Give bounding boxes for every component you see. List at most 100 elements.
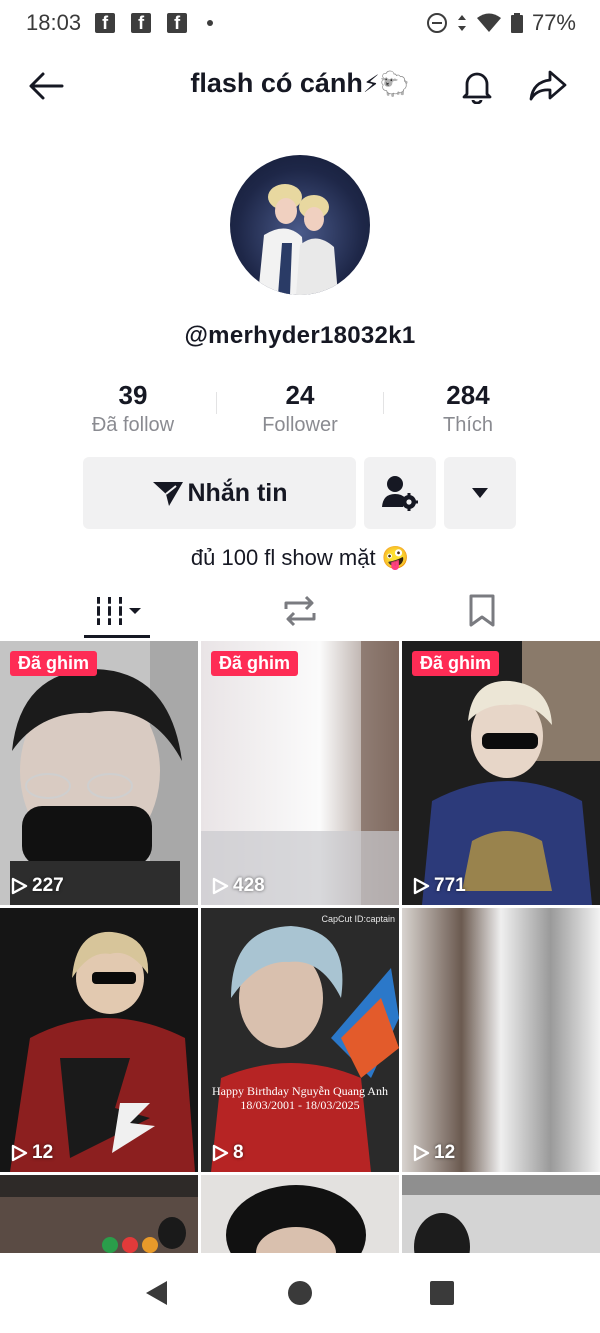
capcut-watermark-text: CapCut ID:captain xyxy=(321,914,395,924)
view-count: 12 xyxy=(412,1142,455,1164)
video-preview xyxy=(201,1175,399,1253)
caret-down-icon xyxy=(472,488,488,498)
stat-divider xyxy=(216,392,217,414)
view-count-value: 428 xyxy=(233,875,265,896)
content-tabs xyxy=(0,583,600,639)
user-settings-icon xyxy=(382,476,418,511)
play-icon xyxy=(212,877,229,895)
video-preview xyxy=(402,908,600,1172)
video-thumbnail[interactable]: CapCut ID:captain Happy Birthday Nguyễn … xyxy=(201,908,399,1172)
followers-stat[interactable]: 24 Follower xyxy=(230,380,370,437)
page-title: flash có cánh⚡🐑 xyxy=(0,68,600,99)
circle-home-icon xyxy=(288,1281,312,1305)
pinned-badge: Đã ghim xyxy=(211,651,299,676)
share-arrow-icon xyxy=(529,70,567,101)
repost-icon xyxy=(284,595,316,627)
data-transfer-icon xyxy=(457,15,466,31)
view-count-value: 12 xyxy=(434,1142,456,1163)
dnd-icon xyxy=(426,13,447,33)
video-thumbnail[interactable] xyxy=(0,1175,198,1253)
tab-saved[interactable] xyxy=(382,583,582,639)
facebook-notification-icon: f xyxy=(167,13,188,33)
video-thumbnail[interactable]: Đã ghim 771 xyxy=(402,641,600,905)
capcut-watermark: CapCut ID:captain xyxy=(321,914,395,924)
tab-reposts[interactable] xyxy=(200,583,400,639)
video-preview xyxy=(201,908,399,1172)
video-overlay-caption: Happy Birthday Nguyễn Quang Anh xyxy=(212,1084,388,1098)
video-preview xyxy=(0,1175,198,1253)
system-navigation-bar xyxy=(0,1253,600,1333)
following-label: Đã follow xyxy=(91,414,175,436)
avatar[interactable] xyxy=(230,155,370,295)
video-thumbnail[interactable]: 12 xyxy=(0,908,198,1172)
video-overlay-date: 18/03/2001 - 18/03/2025 xyxy=(240,1098,360,1112)
view-count: 428 xyxy=(211,875,265,897)
facebook-notification-icon: f xyxy=(131,13,152,33)
pinned-badge: Đã ghim xyxy=(10,651,98,676)
stat-divider xyxy=(383,392,384,414)
view-count-value: 227 xyxy=(32,875,64,896)
system-recents-button[interactable] xyxy=(422,1273,462,1313)
send-icon xyxy=(152,482,183,506)
profile-stats: 39 Đã follow 24 Follower 284 Thích xyxy=(0,380,600,440)
pinned-badge: Đã ghim xyxy=(412,651,500,676)
play-icon xyxy=(413,1144,430,1162)
play-icon xyxy=(212,1144,229,1162)
likes-count: 284 xyxy=(446,380,490,410)
video-preview xyxy=(0,908,198,1172)
view-count: 227 xyxy=(10,875,64,897)
profile-header: flash có cánh⚡🐑 xyxy=(0,54,600,118)
title-emoji: ⚡🐑 xyxy=(362,71,410,98)
wifi-icon xyxy=(476,13,501,32)
notification-button[interactable] xyxy=(455,64,499,108)
friend-settings-button[interactable] xyxy=(364,457,436,529)
video-thumbnail[interactable] xyxy=(402,1175,600,1253)
video-thumbnail[interactable]: 12 xyxy=(402,908,600,1172)
video-preview xyxy=(0,641,198,905)
facebook-notification-icon: f xyxy=(95,13,116,33)
video-preview xyxy=(402,641,600,905)
view-count: 771 xyxy=(412,875,466,897)
square-recents-icon xyxy=(430,1281,454,1305)
share-button[interactable] xyxy=(526,64,570,108)
more-options-button[interactable] xyxy=(444,457,516,529)
likes-stat[interactable]: 284 Thích xyxy=(398,380,538,437)
video-thumbnail[interactable]: Đã ghim 227 xyxy=(0,641,198,905)
followers-count: 24 xyxy=(285,380,315,410)
more-notifications-dot xyxy=(207,20,214,26)
status-bar: 18:03 f f f 77% xyxy=(0,0,600,46)
play-icon xyxy=(11,877,28,895)
view-count-value: 8 xyxy=(233,1142,244,1163)
system-back-button[interactable] xyxy=(136,1273,176,1313)
play-icon xyxy=(11,1144,28,1162)
profile-bio: đủ 100 fl show mặt 🤪 xyxy=(190,545,410,570)
grid-icon xyxy=(95,597,141,625)
bell-icon xyxy=(462,72,492,104)
triangle-back-icon xyxy=(146,1281,167,1305)
video-preview xyxy=(201,641,399,905)
view-count-value: 771 xyxy=(434,875,466,896)
video-thumbnail[interactable] xyxy=(201,1175,399,1253)
active-tab-indicator xyxy=(84,635,150,638)
following-count: 39 xyxy=(118,380,148,410)
video-thumbnail[interactable]: Đã ghim 428 xyxy=(201,641,399,905)
view-count: 12 xyxy=(10,1142,53,1164)
following-stat[interactable]: 39 Đã follow xyxy=(63,380,203,437)
message-button[interactable]: Nhắn tin xyxy=(83,457,356,529)
avatar-photo xyxy=(258,184,338,295)
battery-icon xyxy=(510,13,523,33)
status-time: 18:03 xyxy=(26,10,82,35)
video-preview xyxy=(402,1175,600,1253)
likes-label: Thích xyxy=(442,414,494,436)
view-count-value: 12 xyxy=(32,1142,54,1163)
followers-label: Follower xyxy=(262,414,338,436)
tab-videos[interactable] xyxy=(20,583,220,639)
page-title-text: flash có cánh xyxy=(190,68,363,98)
bookmark-icon xyxy=(469,594,495,627)
message-button-label: Nhắn tin xyxy=(187,478,288,507)
play-icon xyxy=(413,877,430,895)
username: @merhyder18032k1 xyxy=(184,322,416,349)
system-home-button[interactable] xyxy=(280,1273,320,1313)
battery-percent: 77% xyxy=(531,10,576,35)
view-count: 8 xyxy=(211,1142,244,1164)
